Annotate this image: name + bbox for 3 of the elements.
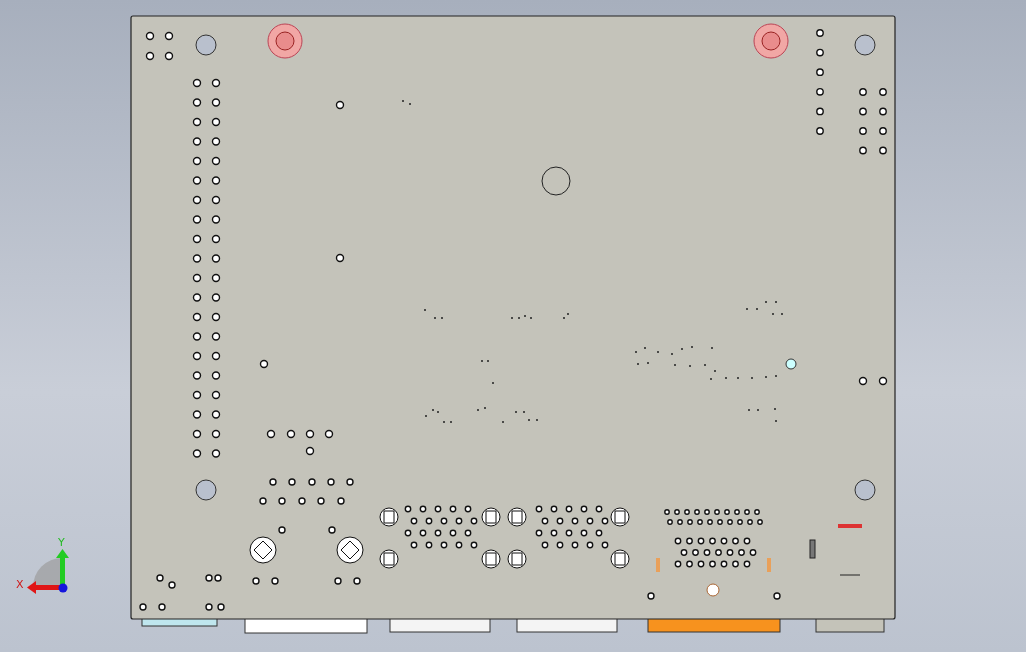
x-axis-label: X <box>16 578 24 591</box>
y-axis-label: Y <box>58 536 65 549</box>
axis-triad-icon <box>27 549 69 594</box>
